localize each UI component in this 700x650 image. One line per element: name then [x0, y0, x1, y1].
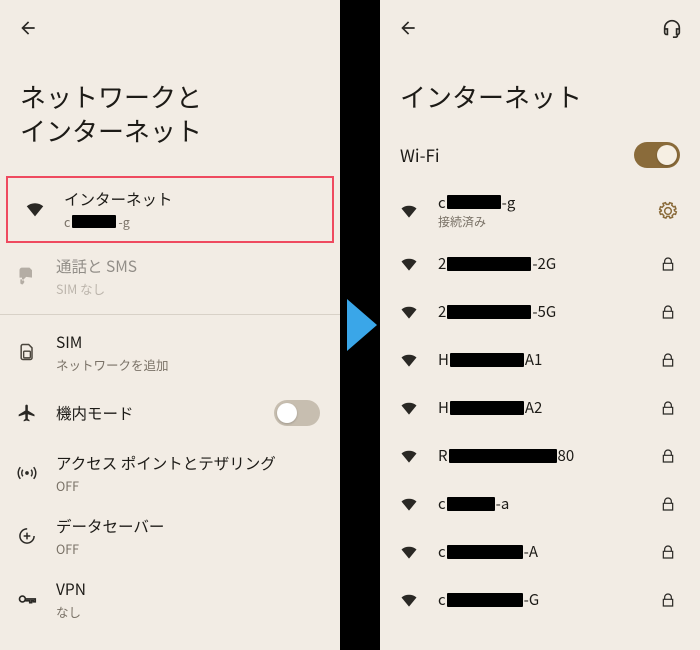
row-sim[interactable]: SIM ネットワークを追加	[0, 321, 340, 384]
wifi-name: c-g	[438, 192, 638, 213]
lock-icon	[656, 256, 680, 272]
wifi-toggle-row[interactable]: Wi-Fi	[380, 134, 700, 182]
wifi-network-row[interactable]: c-a	[380, 480, 700, 528]
internet-settings-screen: インターネット Wi-Fi c-g 接続済み 2-2G 2-5G HA1 HA2 R80…	[380, 0, 700, 650]
hotspot-icon	[14, 463, 40, 483]
wifi-network-row[interactable]: 2-2G	[380, 240, 700, 288]
airplane-icon	[14, 403, 40, 423]
row-label: VPN	[56, 578, 320, 600]
arrow-right-icon	[347, 299, 377, 351]
wifi-network-row[interactable]: 2-5G	[380, 288, 700, 336]
row-hotspot[interactable]: アクセス ポイントとテザリング OFF	[0, 442, 340, 505]
wifi-network-row[interactable]: R80	[380, 432, 700, 480]
help-button[interactable]	[658, 14, 686, 42]
wifi-network-row[interactable]: c-A	[380, 528, 700, 576]
wifi-toggle[interactable]	[634, 142, 680, 168]
wifi-status: 接続済み	[438, 213, 638, 230]
lock-icon	[656, 304, 680, 320]
lock-icon	[656, 496, 680, 512]
wifi-network-row[interactable]: HA1	[380, 336, 700, 384]
page-title: インターネット	[380, 56, 700, 134]
wifi-name: c-a	[438, 493, 638, 514]
wifi-signal-icon	[398, 398, 420, 418]
topbar	[0, 0, 340, 56]
row-airplane-mode[interactable]: 機内モード	[0, 384, 340, 442]
wifi-signal-icon	[398, 302, 420, 322]
tutorial-highlight: インターネット c-g	[6, 176, 334, 243]
wifi-signal-icon	[398, 494, 420, 514]
wifi-name: 2-5G	[438, 301, 638, 322]
row-label: 機内モード	[56, 402, 258, 424]
row-sublabel: ネットワークを追加	[56, 355, 320, 374]
lock-icon	[656, 544, 680, 560]
row-vpn[interactable]: VPN なし	[0, 568, 340, 631]
wifi-signal-icon	[398, 350, 420, 370]
lock-icon	[656, 400, 680, 416]
airplane-toggle[interactable]	[274, 400, 320, 426]
back-button[interactable]	[14, 14, 42, 42]
gear-icon	[658, 201, 678, 221]
row-internet[interactable]: インターネット c-g	[8, 178, 332, 241]
wifi-network-row[interactable]: HA2	[380, 384, 700, 432]
wifi-name: c-A	[438, 541, 638, 562]
row-label: データセーバー	[56, 515, 320, 537]
wifi-signal-icon	[398, 542, 420, 562]
row-sublabel: なし	[56, 602, 320, 621]
row-calls-sms: 通話と SMS SIM なし	[0, 245, 340, 308]
transition-arrow-column	[340, 0, 380, 650]
network-settings-screen: ネットワークとインターネット インターネット c-g 通話と SMS SIM な…	[0, 0, 340, 650]
sim-icon	[14, 342, 40, 362]
phone-sms-icon	[14, 266, 40, 286]
row-label: SIM	[56, 331, 320, 353]
data-saver-icon	[14, 526, 40, 546]
back-arrow-icon	[398, 18, 418, 38]
wifi-name: c-G	[438, 589, 638, 610]
lock-icon	[656, 352, 680, 368]
row-sublabel: OFF	[56, 539, 320, 558]
topbar	[380, 0, 700, 56]
lock-icon	[656, 448, 680, 464]
wifi-connected-row[interactable]: c-g 接続済み	[380, 182, 700, 240]
back-arrow-icon	[18, 18, 38, 38]
row-label: インターネット	[64, 188, 312, 210]
wifi-network-list: 2-2G 2-5G HA1 HA2 R80 c-a c-A c-G	[380, 240, 700, 624]
wifi-name: R80	[438, 445, 638, 466]
wifi-signal-icon	[398, 590, 420, 610]
wifi-signal-icon	[398, 446, 420, 466]
row-data-saver[interactable]: データセーバー OFF	[0, 505, 340, 568]
row-sublabel: OFF	[56, 476, 320, 495]
wifi-name: HA1	[438, 349, 638, 370]
row-label: アクセス ポイントとテザリング	[56, 452, 320, 474]
wifi-icon	[22, 198, 48, 220]
wifi-signal-icon	[398, 201, 420, 221]
page-title: ネットワークとインターネット	[0, 56, 340, 176]
wifi-label: Wi-Fi	[400, 142, 440, 167]
vpn-key-icon	[14, 588, 40, 610]
wifi-name: 2-2G	[438, 253, 638, 274]
row-sublabel: SIM なし	[56, 279, 320, 298]
wifi-network-row[interactable]: c-G	[380, 576, 700, 624]
back-button[interactable]	[394, 14, 422, 42]
divider	[0, 314, 340, 315]
row-sublabel: c-g	[64, 212, 312, 231]
headset-icon	[661, 17, 683, 39]
lock-icon	[656, 592, 680, 608]
wifi-name: HA2	[438, 397, 638, 418]
row-label: 通話と SMS	[56, 255, 320, 277]
wifi-signal-icon	[398, 254, 420, 274]
wifi-settings-button[interactable]	[656, 201, 680, 221]
